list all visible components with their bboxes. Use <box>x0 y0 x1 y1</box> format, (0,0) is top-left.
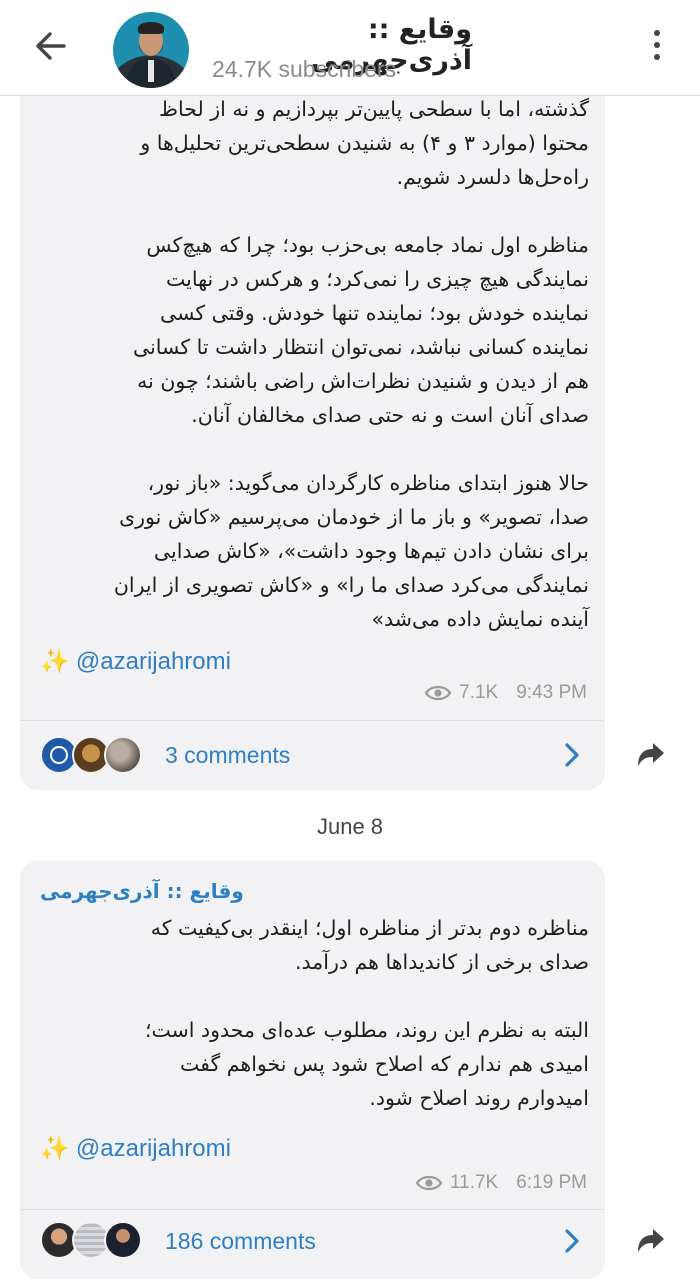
eye-icon <box>415 1175 442 1191</box>
text-line: امیدوارم روند اصلاح شود. <box>369 1086 589 1110</box>
text-line: نمایندگی می‌کرد صدای ما را» و «کاش تصویر… <box>113 573 589 597</box>
view-count: 11.7K <box>449 1172 499 1193</box>
sparkles-icon: ✨ <box>40 1135 70 1162</box>
text-line: صدای برخی از کاندیداها هم درآمد. <box>295 950 589 974</box>
view-count: 7.1K <box>459 682 499 703</box>
divider <box>20 1209 605 1210</box>
handle-text: @azarijahromi <box>75 1135 231 1162</box>
text-line: آینده نمایش داده می‌شد» <box>371 607 589 631</box>
sparkles-icon: ✨ <box>40 648 70 675</box>
post-meta: 11.7K 6:19 PM <box>415 1172 587 1194</box>
text-line: هم از دیدن و شنیدن نظرات‌اش راضی باشند؛ … <box>137 369 589 393</box>
text-line: امیدی هم ندارم که اصلاح شود پس نخواهم گف… <box>180 1052 589 1076</box>
post-text: مناظره دوم بدتر از مناظره اول؛ اینقدر بی… <box>44 911 589 1115</box>
handle-text: @azarijahromi <box>75 648 231 675</box>
back-arrow-icon[interactable] <box>30 26 70 66</box>
subscriber-count: 24.7K subscribers <box>212 56 397 82</box>
post-bubble-1[interactable]: گذشته، اما با سطحی پایین‌تر بپردازیم و ن… <box>20 40 605 790</box>
text-line: نماینده خودش بود؛ نماینده تنها خودش. وقت… <box>160 301 589 325</box>
channel-handle-link[interactable]: ✨ @azarijahromi <box>40 1134 231 1163</box>
text-line: برای نشان دادن تیم‌ها وجود داشت»، «کاش ص… <box>153 539 589 563</box>
date-separator: June 8 <box>316 814 384 839</box>
text-line: نماینده کسانی نباشد، نمی‌توان انتظار داش… <box>133 335 589 359</box>
text-line: صدای آنان است و نه حتی صدای مخالفان آنان… <box>191 403 589 427</box>
share-icon[interactable] <box>636 1228 666 1254</box>
text-line: مناظره اول نماد جامعه بی‌حزب بود؛ چرا که… <box>146 233 589 257</box>
chevron-right-icon[interactable] <box>562 1228 582 1254</box>
commenter-avatar <box>104 1221 142 1259</box>
text-line: البته به نظرم این روند، مطلوب عده‌ای محد… <box>144 1018 589 1042</box>
chevron-right-icon[interactable] <box>562 742 582 768</box>
text-line: صدا، تصویر» و باز ما از خودمان می‌پرسیم … <box>119 505 589 529</box>
text-line: مناظره دوم بدتر از مناظره اول؛ اینقدر بی… <box>150 916 589 940</box>
post-time: 9:43 PM <box>516 682 587 703</box>
divider <box>20 720 605 721</box>
post-text: گذشته، اما با سطحی پایین‌تر بپردازیم و ن… <box>44 92 589 636</box>
sender-name[interactable]: وقایع :: آذری‌جهرمی <box>40 879 585 903</box>
text-line: محتوا (موارد ۳ و ۴) به شنیدن سطحی‌ترین ت… <box>140 131 589 155</box>
commenter-avatar <box>104 736 142 774</box>
text-line: گذشته، اما با سطحی پایین‌تر بپردازیم و ن… <box>159 97 589 121</box>
text-line: نمایندگی هیچ چیزی را نمی‌کرد؛ و هرکس در … <box>165 267 589 291</box>
channel-avatar[interactable] <box>113 12 189 88</box>
channel-header: وقایع :: آذری‌جهرمی 24.7K subscribers <box>0 0 700 96</box>
text-line: راه‌حل‌ها دلسرد شویم. <box>396 165 589 189</box>
comments-count[interactable]: 186 comments <box>165 1228 316 1255</box>
post-time: 6:19 PM <box>516 1172 587 1193</box>
text-line: حالا هنوز ابتدای مناظره کارگردان می‌گوید… <box>147 471 589 495</box>
post-meta: 7.1K 9:43 PM <box>425 682 587 704</box>
post-bubble-2[interactable]: وقایع :: آذری‌جهرمی مناظره دوم بدتر از م… <box>20 861 605 1279</box>
channel-handle-link[interactable]: ✨ @azarijahromi <box>40 647 231 676</box>
more-vert-icon[interactable] <box>650 30 664 66</box>
share-icon[interactable] <box>636 742 666 768</box>
comments-count[interactable]: 3 comments <box>165 742 290 769</box>
eye-icon <box>425 685 452 701</box>
